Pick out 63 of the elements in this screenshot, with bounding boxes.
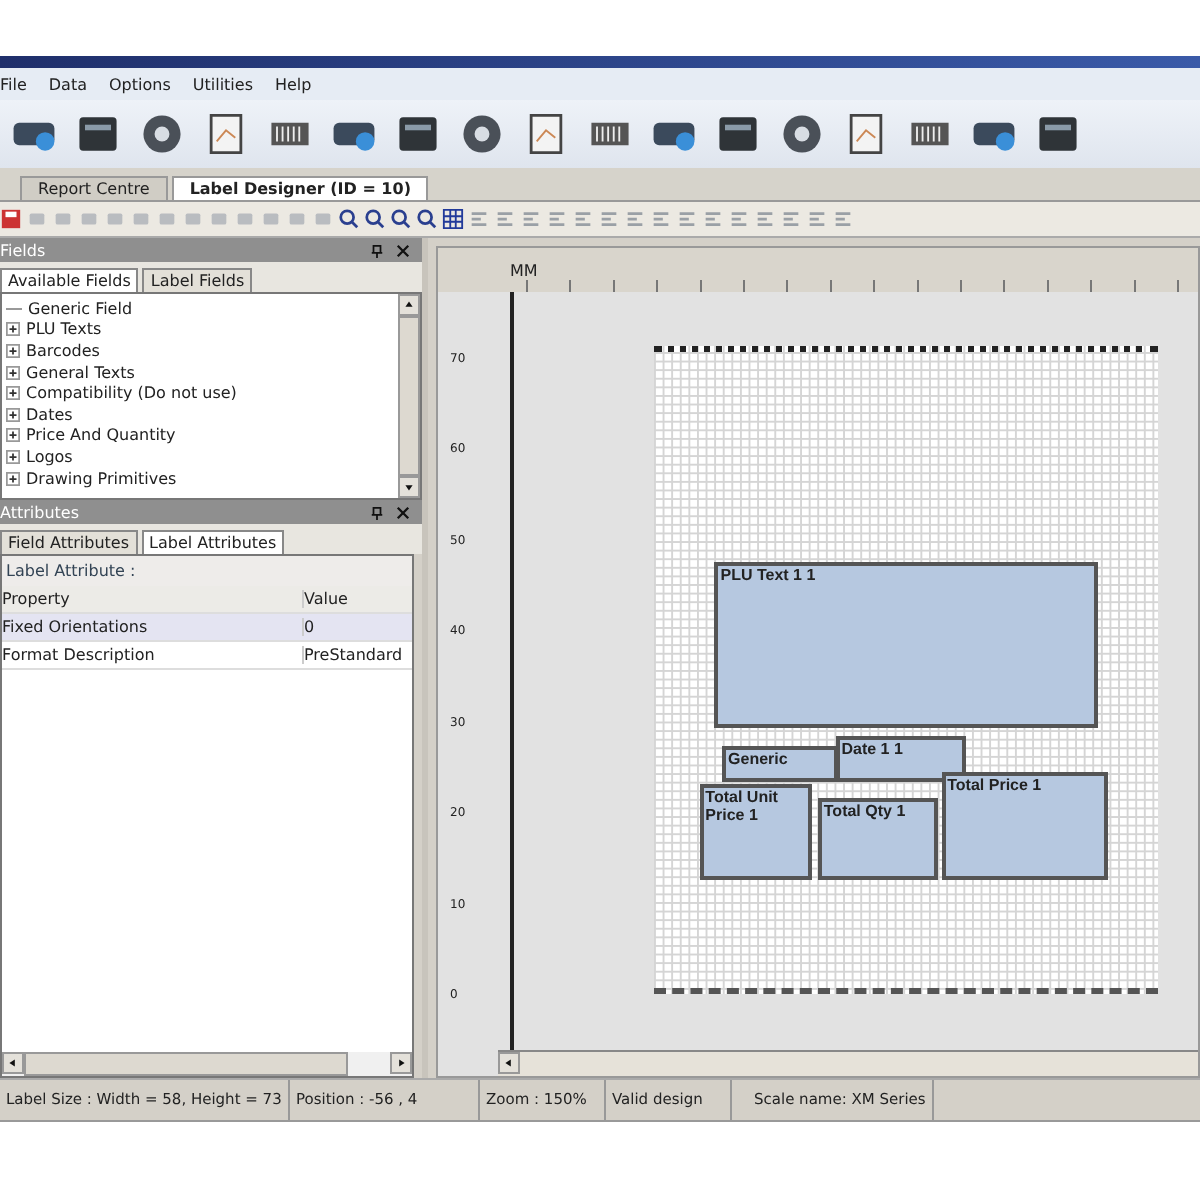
panel-tab[interactable]: Label Attributes	[141, 530, 285, 554]
menu-item[interactable]: File	[0, 75, 27, 93]
pin-icon[interactable]	[370, 505, 384, 519]
tree-item[interactable]: Generic Field	[28, 299, 133, 318]
tree-item[interactable]: Drawing Primitives	[26, 469, 177, 488]
expand-icon[interactable]	[6, 343, 20, 358]
label-field[interactable]: Total Qty 1	[817, 797, 939, 880]
section-heading: Label Attribute :	[2, 556, 412, 586]
save-icon[interactable]	[0, 208, 22, 230]
expand-icon[interactable]	[6, 322, 20, 337]
horizontal-scrollbar[interactable]	[2, 1052, 412, 1076]
vertical-scrollbar[interactable]	[398, 294, 420, 498]
zoom-icon[interactable]	[338, 208, 360, 230]
document-tab[interactable]: Label Designer (ID = 10)	[171, 176, 429, 200]
pin-icon[interactable]	[370, 243, 384, 257]
menu-item[interactable]: Utilities	[192, 75, 253, 93]
panel-title: Fields	[0, 241, 48, 259]
tree-line	[6, 307, 22, 310]
grid-icon[interactable]	[442, 208, 464, 230]
label-field[interactable]: Total Price 1	[941, 771, 1108, 880]
label-grid[interactable]: PLU Text 1 1 Generic Date 1 1 Total Price 1 Total Unit Price 1 Total Qty 1	[654, 346, 1158, 994]
table-cell: Format Description	[2, 646, 304, 664]
table-cell: 0	[304, 618, 315, 636]
tree-item[interactable]: General Texts	[26, 363, 135, 382]
document-tab[interactable]: Report Centre	[20, 176, 168, 200]
property-row[interactable]: Format Description PreStandard	[2, 642, 412, 670]
scroll-up-icon[interactable]	[398, 294, 420, 316]
tree-item[interactable]: Logos	[26, 447, 73, 466]
column-header[interactable]: Value	[304, 590, 348, 608]
scroll-left-icon[interactable]	[2, 1052, 24, 1074]
expand-icon[interactable]	[6, 471, 20, 486]
tree-item[interactable]: PLU Texts	[26, 320, 102, 339]
label-field[interactable]: Total Unit Price 1	[699, 784, 813, 880]
panel-tab[interactable]: Field Attributes	[0, 530, 137, 554]
expand-icon[interactable]	[6, 365, 20, 380]
expand-icon[interactable]	[6, 386, 20, 401]
menu-item[interactable]: Options	[109, 75, 171, 93]
horizontal-scrollbar[interactable]	[498, 1050, 1198, 1076]
property-row[interactable]: Fixed Orientations 0	[2, 614, 412, 642]
panel-title: Attributes	[0, 503, 81, 521]
label-field[interactable]: Date 1 1	[835, 736, 967, 782]
scroll-right-icon[interactable]	[390, 1052, 412, 1074]
panel-tab[interactable]: Available Fields	[0, 268, 139, 292]
table-cell: Fixed Orientations	[2, 618, 304, 636]
tree-item[interactable]: Barcodes	[26, 341, 100, 360]
menu-item[interactable]: Help	[274, 75, 312, 93]
label-field[interactable]: Generic	[722, 746, 838, 782]
expand-icon[interactable]	[6, 449, 20, 464]
label-field[interactable]: PLU Text 1 1	[714, 561, 1098, 728]
tree-item[interactable]: Compatibility (Do not use)	[26, 384, 237, 403]
close-icon[interactable]	[396, 243, 410, 257]
menu-item[interactable]: Data	[48, 75, 87, 93]
tree-item[interactable]: Dates	[26, 405, 73, 424]
unit-label: MM	[510, 261, 538, 279]
expand-icon[interactable]	[6, 428, 20, 443]
scroll-left-icon[interactable]	[498, 1052, 520, 1074]
expand-icon[interactable]	[6, 407, 20, 422]
close-icon[interactable]	[396, 505, 410, 519]
table-cell: PreStandard	[304, 646, 403, 664]
column-header[interactable]: Property	[2, 590, 304, 608]
scroll-down-icon[interactable]	[398, 476, 420, 498]
tree-item[interactable]: Price And Quantity	[26, 426, 176, 445]
panel-tab[interactable]: Label Fields	[142, 268, 253, 292]
